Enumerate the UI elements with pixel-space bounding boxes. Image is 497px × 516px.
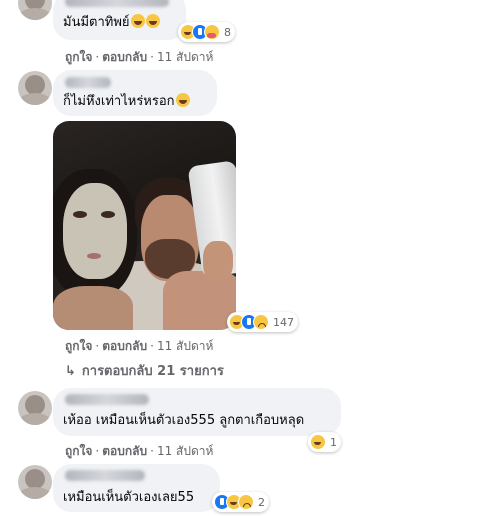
avatar[interactable] (18, 465, 52, 499)
reply-link[interactable]: ตอบกลับ (102, 444, 147, 458)
comment-actions: ถูกใจ · ตอบกลับ · 11 สัปดาห์ (65, 339, 214, 353)
view-replies-link[interactable]: ↳ การตอบกลับ 21 รายการ (65, 360, 224, 381)
like-link[interactable]: ถูกใจ (65, 50, 92, 64)
photo-woman-eye (101, 211, 115, 218)
avatar-shoulders (18, 93, 52, 105)
commenter-name[interactable] (65, 470, 145, 481)
comment-bubble: เห้ออ เหมือนเห็นตัวเอง555 ลูกตาเกือบหลุด (53, 388, 341, 436)
haha-reaction-icon (310, 434, 326, 450)
reaction-summary[interactable]: 147 (227, 312, 298, 332)
reply-link[interactable]: ตอบกลับ (102, 50, 147, 64)
comment-actions: ถูกใจ · ตอบกลับ · 11 สัปดาห์ (65, 50, 214, 64)
photo-woman-shoulder (53, 286, 133, 330)
timestamp[interactable]: 11 สัปดาห์ (157, 50, 213, 64)
avatar-head (25, 75, 45, 95)
laughing-emoji-icon (130, 14, 145, 28)
reply-link[interactable]: ตอบกลับ (102, 339, 147, 353)
photo-hand (203, 241, 233, 281)
reply-arrow-icon: ↳ (65, 364, 76, 379)
comment-text: เหมือนเห็นตัวเองเลย55 (63, 490, 195, 505)
timestamp[interactable]: 11 สัปดาห์ (157, 339, 213, 353)
photo-woman-face (63, 183, 127, 279)
comment-actions: ถูกใจ · ตอบกลับ · 11 สัปดาห์ (65, 444, 214, 458)
comment-text: มันมีตาทิพย์ (63, 14, 160, 31)
care-reaction-icon (204, 24, 220, 40)
avatar-shoulders (18, 8, 52, 20)
avatar-head (25, 469, 45, 489)
laughing-emoji-icon (145, 14, 160, 28)
laughing-emoji-icon (175, 93, 190, 107)
comment-bubble: ก็ไม่หึงเท่าไหร่หรอก (53, 70, 217, 116)
reaction-summary[interactable]: 1 (308, 432, 341, 452)
like-link[interactable]: ถูกใจ (65, 444, 92, 458)
timestamp[interactable]: 11 สัปดาห์ (157, 444, 213, 458)
reaction-count: 1 (330, 435, 337, 449)
avatar[interactable] (18, 0, 52, 20)
avatar-head (25, 395, 45, 415)
reaction-summary[interactable]: 2 (212, 492, 269, 512)
photo-woman-eye (73, 211, 87, 218)
avatar-shoulders (18, 487, 52, 499)
like-link[interactable]: ถูกใจ (65, 339, 92, 353)
comment-bubble: เหมือนเห็นตัวเองเลย55 (53, 464, 220, 512)
comment-bubble: มันมีตาทิพย์ (53, 0, 186, 40)
reaction-summary[interactable]: 8 (178, 22, 235, 42)
comment-text: เห้ออ เหมือนเห็นตัวเอง555 ลูกตาเกือบหลุด (63, 413, 305, 428)
avatar-shoulders (18, 413, 52, 425)
comment-photo[interactable] (53, 121, 236, 330)
comment-text: ก็ไม่หึงเท่าไหร่หรอก (63, 93, 190, 110)
commenter-name[interactable] (65, 394, 149, 405)
commenter-name[interactable] (65, 77, 111, 88)
reaction-count: 2 (258, 495, 265, 509)
sad-reaction-icon (253, 314, 269, 330)
avatar[interactable] (18, 71, 52, 105)
reaction-count: 8 (224, 25, 231, 39)
commenter-name[interactable] (65, 0, 169, 7)
photo-woman-lips (87, 253, 101, 259)
avatar[interactable] (18, 391, 52, 425)
sad-reaction-icon (238, 494, 254, 510)
reaction-count: 147 (273, 315, 294, 329)
